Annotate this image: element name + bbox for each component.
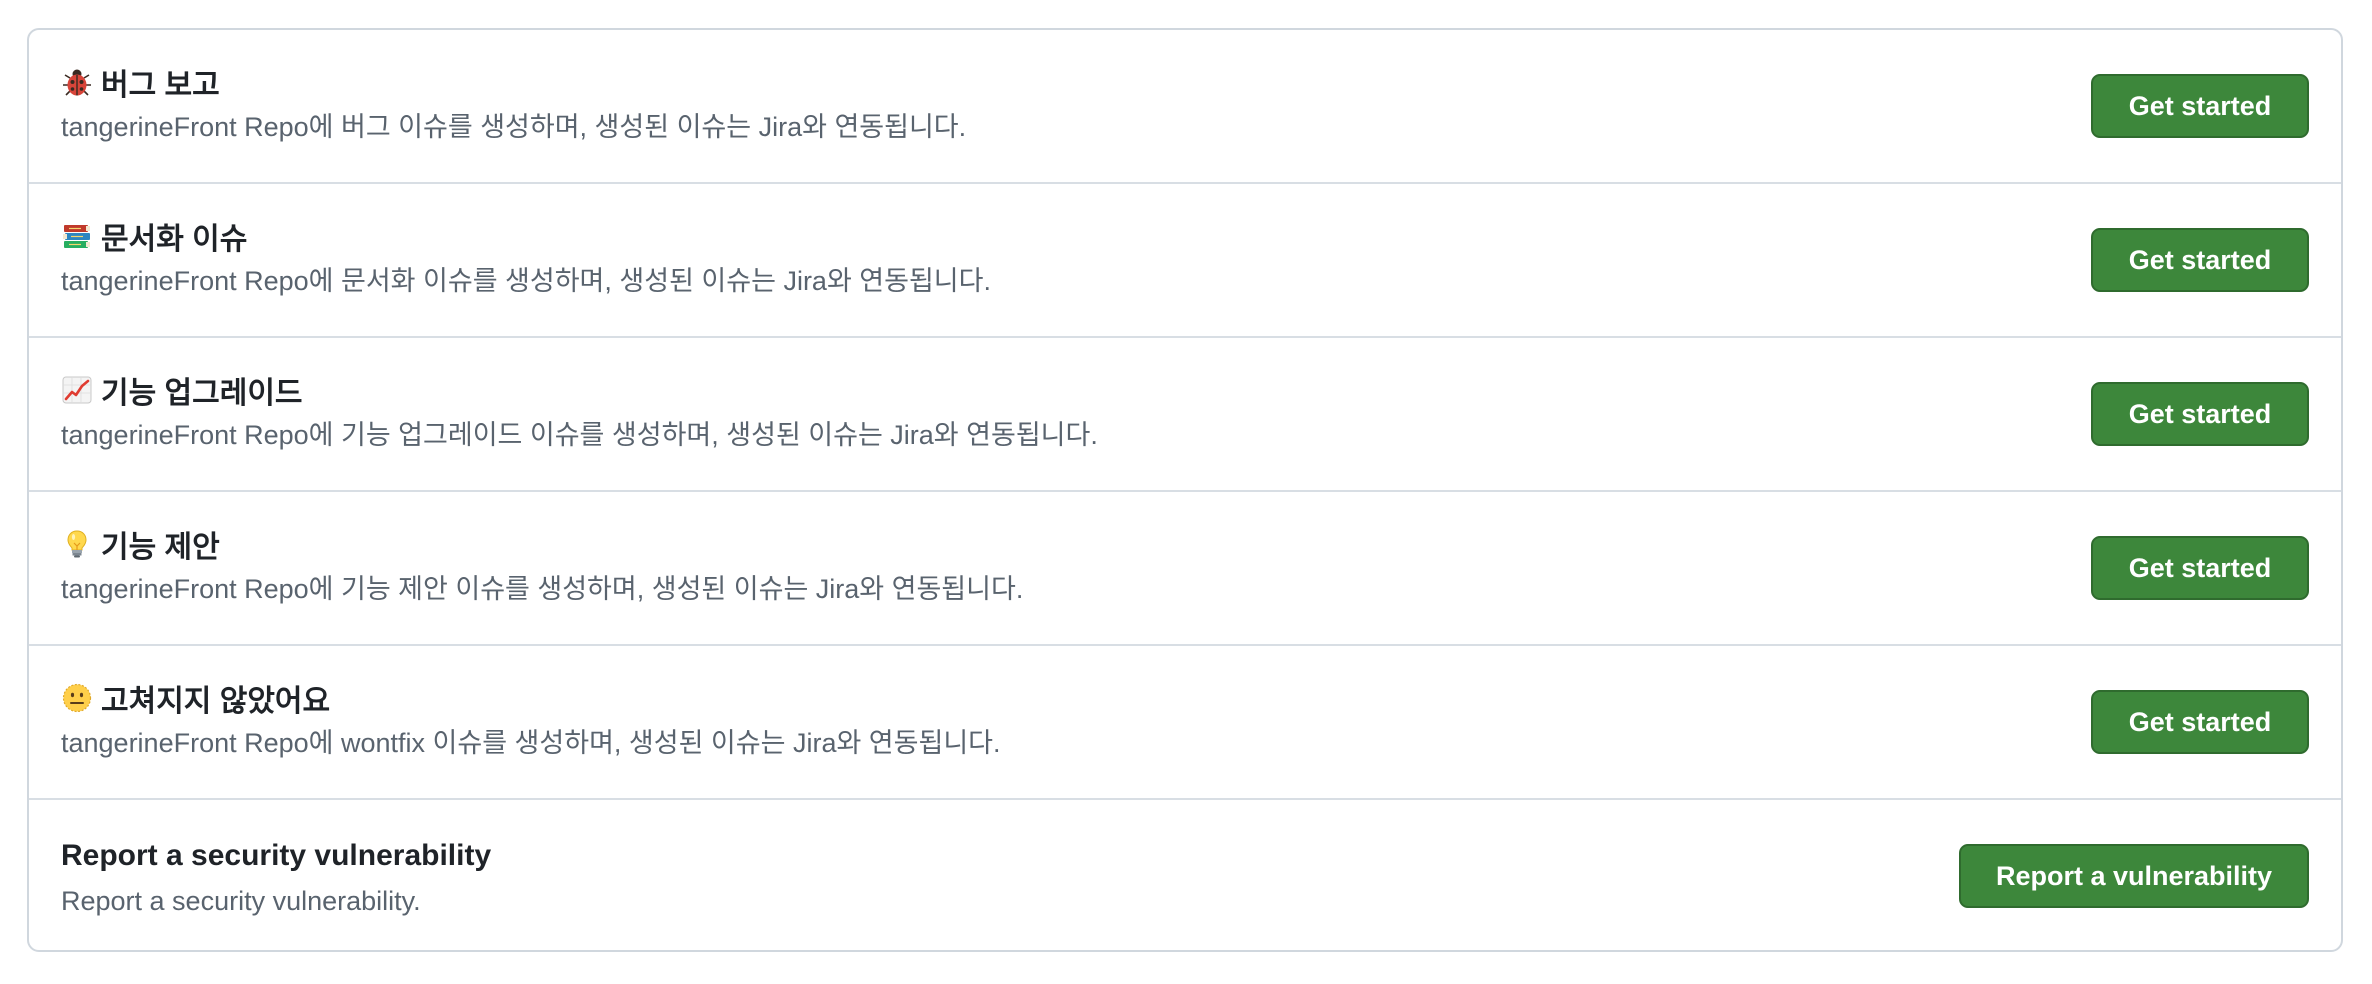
issue-template-row-documentation: 문서화 이슈 tangerineFront Repo에 문서화 이슈를 생성하며… bbox=[29, 184, 2341, 338]
issue-template-row-bug-report: 버그 보고 tangerineFront Repo에 버그 이슈를 생성하며, … bbox=[29, 30, 2341, 184]
report-vulnerability-button[interactable]: Report a vulnerability bbox=[1959, 844, 2309, 908]
get-started-button[interactable]: Get started bbox=[2091, 382, 2309, 446]
issue-template-description: tangerineFront Repo에 기능 제안 이슈를 생성하며, 생성된… bbox=[61, 574, 1024, 604]
security-description: Report a security vulnerability. bbox=[61, 886, 421, 916]
issue-template-description: tangerineFront Repo에 문서화 이슈를 생성하며, 생성된 이… bbox=[61, 266, 991, 296]
issue-template-description: tangerineFront Repo에 버그 이슈를 생성하며, 생성된 이슈… bbox=[61, 112, 967, 142]
light-bulb-icon bbox=[61, 528, 93, 560]
chart-increasing-icon bbox=[61, 374, 93, 406]
get-started-button[interactable]: Get started bbox=[2091, 74, 2309, 138]
issue-template-title-text: 기능 업그레이드 bbox=[101, 377, 303, 410]
issue-template-title: 기능 제안 bbox=[61, 524, 1023, 564]
issue-template-title: 문서화 이슈 bbox=[61, 216, 991, 256]
security-vulnerability-row: Report a security vulnerability Report a… bbox=[29, 800, 2341, 950]
issue-template-title-text: 문서화 이슈 bbox=[101, 223, 248, 256]
get-started-button[interactable]: Get started bbox=[2091, 228, 2309, 292]
issue-template-title: 버그 보고 bbox=[61, 62, 966, 102]
issue-template-title: 고쳐지지 않았어요 bbox=[61, 678, 1001, 718]
issue-template-row-feature-upgrade: 기능 업그레이드 tangerineFront Repo에 기능 업그레이드 이… bbox=[29, 338, 2341, 492]
issue-template-list: 버그 보고 tangerineFront Repo에 버그 이슈를 생성하며, … bbox=[27, 28, 2343, 952]
books-icon bbox=[61, 220, 93, 252]
issue-template-row-wontfix: 고쳐지지 않았어요 tangerineFront Repo에 wontfix 이… bbox=[29, 646, 2341, 800]
issue-template-title: 기능 업그레이드 bbox=[61, 370, 1098, 410]
security-title: Report a security vulnerability bbox=[61, 839, 492, 872]
issue-template-description: tangerineFront Repo에 기능 업그레이드 이슈를 생성하며, … bbox=[61, 420, 1098, 450]
issue-template-title-text: 고쳐지지 않았어요 bbox=[101, 685, 331, 718]
issue-template-row-feature-request: 기능 제안 tangerineFront Repo에 기능 제안 이슈를 생성하… bbox=[29, 492, 2341, 646]
get-started-button[interactable]: Get started bbox=[2091, 690, 2309, 754]
issue-template-description: tangerineFront Repo에 wontfix 이슈를 생성하며, 생… bbox=[61, 728, 1001, 758]
get-started-button[interactable]: Get started bbox=[2091, 536, 2309, 600]
issue-template-title-text: 버그 보고 bbox=[101, 69, 220, 102]
lady-beetle-icon bbox=[61, 66, 93, 98]
issue-template-title-text: 기능 제안 bbox=[101, 531, 220, 564]
neutral-face-icon bbox=[61, 682, 93, 714]
